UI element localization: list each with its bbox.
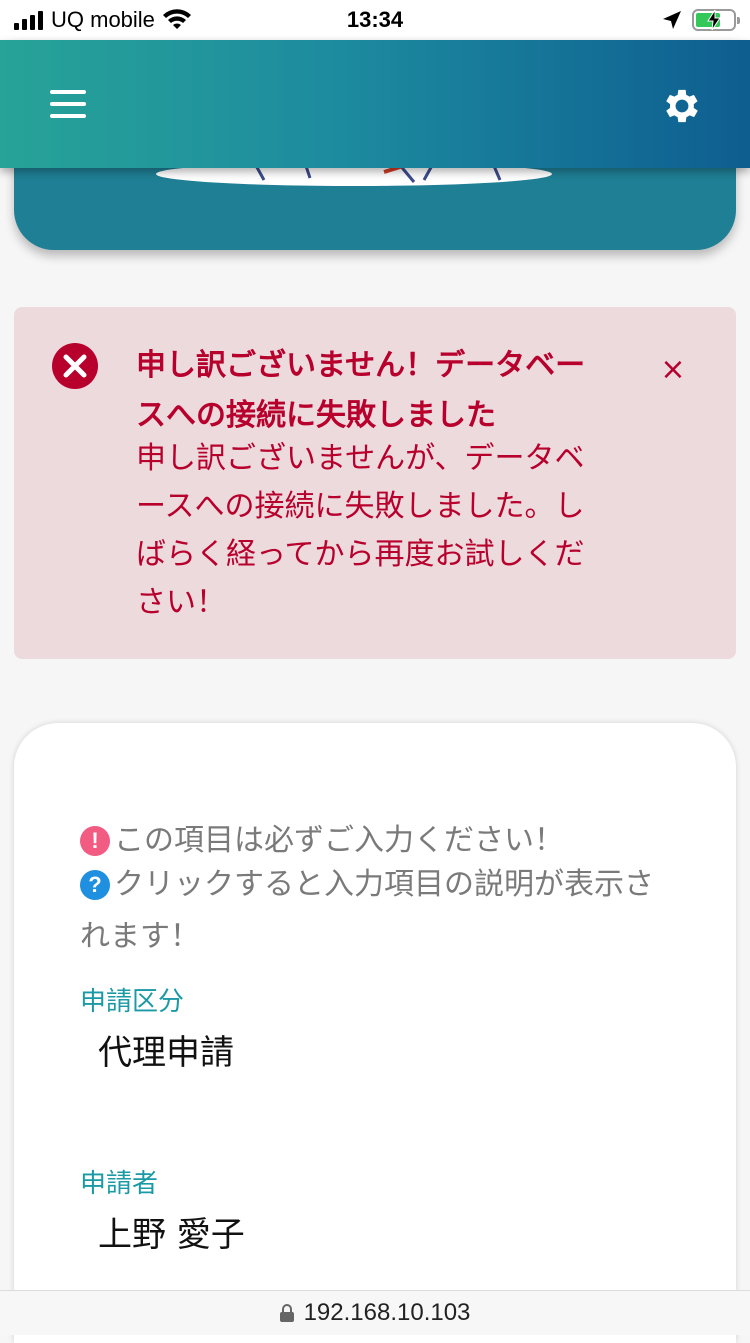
clock: 13:34 <box>346 7 404 32</box>
close-icon[interactable]: × <box>658 355 688 385</box>
url-text: 192.168.10.103 <box>303 1299 471 1326</box>
help-icon: ? <box>80 870 110 900</box>
required-icon: ! <box>80 826 110 856</box>
error-circle-icon <box>52 343 98 389</box>
hamburger-menu-icon[interactable] <box>50 90 86 118</box>
location-arrow-icon <box>663 11 681 29</box>
lock-icon <box>279 1304 294 1322</box>
help-hint: ? クリックすると入力項目の説明が表示されます！ <box>80 859 680 963</box>
browser-url-bar[interactable]: 192.168.10.103 <box>0 1290 750 1335</box>
error-alert: 申し訳ございません！データベースへの接続に失敗しました 申し訳ございませんが、デ… <box>14 307 736 659</box>
required-hint-text: この項目は必ずご入力ください！ <box>114 823 564 858</box>
application-type-label: 申請区分 <box>80 987 185 1017</box>
gear-icon[interactable] <box>660 84 704 128</box>
alert-message: 申し訳ございませんが、データベースへの接続に失敗しました。しばらく経ってから再度… <box>136 441 585 620</box>
battery-charging-icon <box>692 9 740 31</box>
app-bar <box>0 40 750 168</box>
alert-title: 申し訳ございません！データベースへの接続に失敗しました <box>136 348 586 433</box>
application-type-value[interactable]: 代理申請 <box>98 1025 234 1074</box>
applicant-value[interactable]: 上野 愛子 <box>98 1207 245 1256</box>
applicant-label: 申請者 <box>80 1169 159 1199</box>
status-bar: UQ mobile 13:34 <box>0 0 750 40</box>
help-hint-text: クリックすると入力項目の説明が表示されます！ <box>80 867 654 954</box>
application-form-card: ! この項目は必ずご入力ください！ ? クリックすると入力項目の説明が表示されます！… <box>14 723 736 1343</box>
